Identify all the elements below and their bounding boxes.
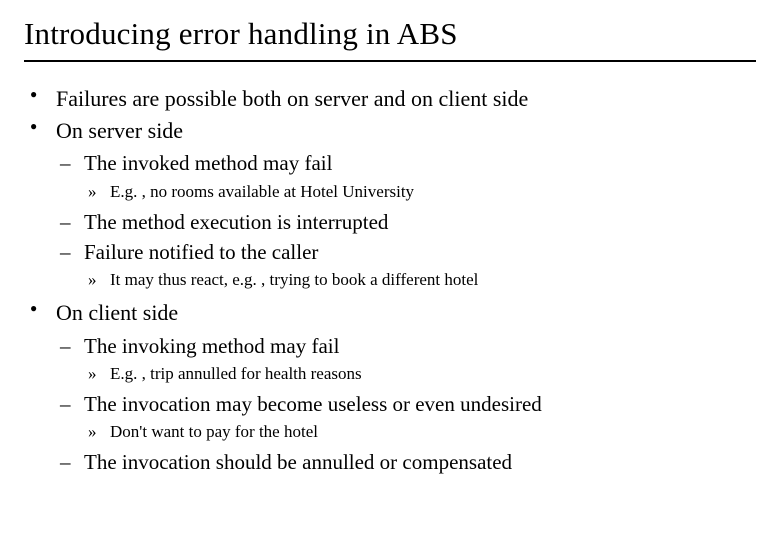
sub-item: The invoking method may fail E.g. , trip…: [56, 332, 756, 386]
subsub-list: E.g. , trip annulled for health reasons: [84, 362, 756, 386]
bullet-list: Failures are possible both on server and…: [24, 84, 756, 476]
slide-title: Introducing error handling in ABS: [24, 16, 756, 52]
sub-text: The invocation may become useless or eve…: [84, 392, 542, 416]
sub-item: The invocation should be annulled or com…: [56, 448, 756, 476]
slide: Introducing error handling in ABS Failur…: [0, 0, 780, 540]
subsub-list: Don't want to pay for the hotel: [84, 420, 756, 444]
subsub-text: Don't want to pay for the hotel: [110, 422, 318, 441]
title-rule: [24, 60, 756, 62]
sub-item: The method execution is interrupted: [56, 208, 756, 236]
subsub-item: It may thus react, e.g. , trying to book…: [84, 268, 756, 292]
subsub-item: E.g. , no rooms available at Hotel Unive…: [84, 180, 756, 204]
subsub-text: It may thus react, e.g. , trying to book…: [110, 270, 478, 289]
sub-text: The invocation should be annulled or com…: [84, 450, 512, 474]
sub-item: The invoked method may fail E.g. , no ro…: [56, 149, 756, 203]
sub-list: The invoked method may fail E.g. , no ro…: [56, 149, 756, 292]
subsub-item: Don't want to pay for the hotel: [84, 420, 756, 444]
sub-text: The invoking method may fail: [84, 334, 339, 358]
sub-text: The invoked method may fail: [84, 151, 332, 175]
bullet-text: On server side: [56, 118, 183, 143]
bullet-item: On client side The invoking method may f…: [24, 298, 756, 476]
subsub-text: E.g. , trip annulled for health reasons: [110, 364, 362, 383]
sub-text: Failure notified to the caller: [84, 240, 318, 264]
sub-list: The invoking method may fail E.g. , trip…: [56, 332, 756, 477]
bullet-text: Failures are possible both on server and…: [56, 86, 528, 111]
bullet-item: Failures are possible both on server and…: [24, 84, 756, 114]
bullet-item: On server side The invoked method may fa…: [24, 116, 756, 292]
sub-item: Failure notified to the caller It may th…: [56, 238, 756, 292]
subsub-list: It may thus react, e.g. , trying to book…: [84, 268, 756, 292]
subsub-item: E.g. , trip annulled for health reasons: [84, 362, 756, 386]
bullet-text: On client side: [56, 300, 178, 325]
sub-text: The method execution is interrupted: [84, 210, 388, 234]
sub-item: The invocation may become useless or eve…: [56, 390, 756, 444]
subsub-text: E.g. , no rooms available at Hotel Unive…: [110, 182, 414, 201]
subsub-list: E.g. , no rooms available at Hotel Unive…: [84, 180, 756, 204]
